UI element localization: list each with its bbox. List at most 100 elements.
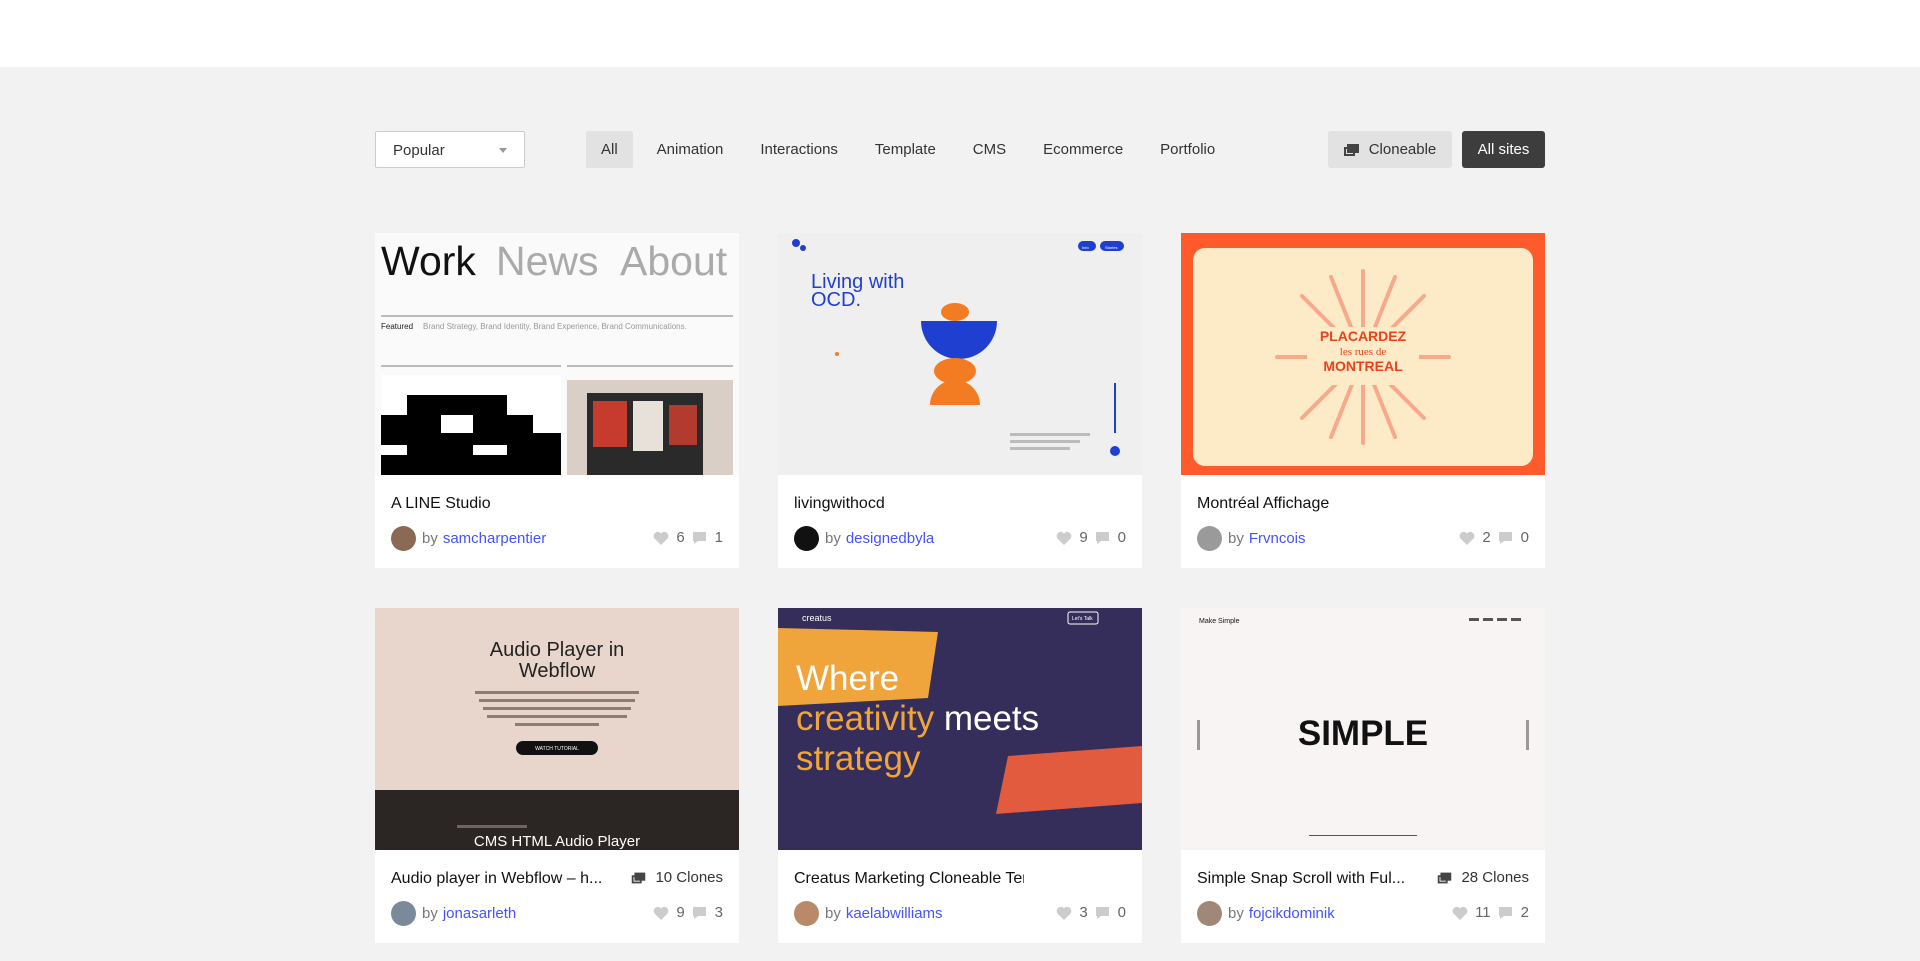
thumb-cta: Let's Talk [1072, 616, 1093, 622]
thumb-watch-button: WATCH TUTORIAL [535, 746, 579, 752]
thumb-heading-1: Audio Player in [490, 639, 625, 661]
by-label: by [422, 530, 438, 547]
clone-count: 28 Clones [1437, 869, 1529, 886]
thumb-line-3: strategy [796, 739, 921, 778]
clone-count-label: 28 Clones [1461, 869, 1529, 886]
thumb-headline-2: OCD. [811, 289, 861, 311]
avatar[interactable] [391, 526, 416, 551]
avatar[interactable] [1197, 901, 1222, 926]
comment-count: 1 [714, 529, 723, 546]
filter-template[interactable]: Template [860, 131, 951, 168]
avatar[interactable] [794, 526, 819, 551]
thumb-pill-info: Info [1082, 245, 1089, 250]
filter-animation[interactable]: Animation [642, 131, 739, 168]
avatar[interactable] [794, 901, 819, 926]
card-stats: 9 0 [1056, 529, 1126, 546]
thumb-word: SIMPLE [1298, 714, 1428, 753]
comment-count: 3 [714, 904, 723, 921]
comment-icon[interactable] [1497, 906, 1514, 920]
like-count: 9 [676, 904, 685, 921]
comment-icon[interactable] [1094, 906, 1111, 920]
card-author: by Frvncois [1197, 526, 1306, 551]
category-filters: All Animation Interactions Template CMS … [586, 131, 1237, 168]
clone-icon [1438, 872, 1452, 883]
site-thumbnail[interactable]: creatus Let's Talk Where creativity meet… [778, 608, 1142, 850]
site-card[interactable]: Work News About Featured Brand Strategy,… [375, 233, 739, 568]
cloneable-button[interactable]: Cloneable [1328, 131, 1452, 168]
card-title[interactable]: Audio player in Webflow – h... [391, 870, 602, 888]
comment-count: 0 [1520, 529, 1529, 546]
thumb-line-1: Where [796, 659, 899, 698]
card-title[interactable]: Montréal Affichage [1197, 495, 1329, 513]
card-stats: 3 0 [1056, 904, 1126, 921]
comment-count: 0 [1117, 529, 1126, 546]
site-card[interactable]: Audio Player in Webflow WATCH TUTORIAL C… [375, 608, 739, 943]
heart-icon[interactable] [1459, 531, 1475, 545]
chevron-down-icon [499, 148, 507, 153]
thumb-line-2a: creativity [796, 699, 935, 738]
author-link[interactable]: samcharpentier [443, 530, 546, 547]
thumb-brand: creatus [802, 613, 832, 623]
top-header-bar [0, 0, 1920, 67]
cloneable-label: Cloneable [1368, 141, 1437, 158]
avatar[interactable] [1197, 526, 1222, 551]
site-card[interactable]: Make Simple SIMPLE Simple Snap Scroll wi… [1181, 608, 1545, 943]
heart-icon[interactable] [1056, 906, 1072, 920]
comment-count: 0 [1117, 904, 1126, 921]
comment-icon[interactable] [1497, 531, 1514, 545]
author-link[interactable]: jonasarleth [443, 905, 516, 922]
clone-count-label: 10 Clones [655, 869, 723, 886]
site-card[interactable]: creatus Let's Talk Where creativity meet… [778, 608, 1142, 943]
by-label: by [825, 905, 841, 922]
comment-icon[interactable] [1094, 531, 1111, 545]
like-count: 9 [1079, 529, 1088, 546]
all-sites-button[interactable]: All sites [1462, 131, 1545, 168]
thumb-nav-about: About [620, 238, 728, 284]
site-card[interactable]: PLACARDEZ les rues de MONTREAL Montréal … [1181, 233, 1545, 568]
author-link[interactable]: fojcikdominik [1249, 905, 1335, 922]
author-link[interactable]: Frvncois [1249, 530, 1306, 547]
heart-icon[interactable] [653, 531, 669, 545]
card-title[interactable]: Creatus Marketing Cloneable Template [794, 870, 1024, 888]
site-card[interactable]: Info Stories Living with OCD. livingwith… [778, 233, 1142, 568]
like-count: 6 [676, 529, 685, 546]
card-title[interactable]: A LINE Studio [391, 495, 491, 513]
card-title[interactable]: livingwithocd [794, 495, 885, 513]
avatar[interactable] [391, 901, 416, 926]
clone-icon [632, 872, 646, 883]
filter-ecommerce[interactable]: Ecommerce [1028, 131, 1138, 168]
site-thumbnail[interactable]: Make Simple SIMPLE [1181, 608, 1545, 850]
author-link[interactable]: designedbyla [846, 530, 934, 547]
comment-icon[interactable] [691, 531, 708, 545]
filter-all[interactable]: All [586, 131, 633, 168]
card-author: by samcharpentier [391, 526, 546, 551]
filter-interactions[interactable]: Interactions [745, 131, 853, 168]
heart-icon[interactable] [1056, 531, 1072, 545]
site-thumbnail[interactable]: Info Stories Living with OCD. [778, 233, 1142, 475]
site-thumbnail[interactable]: Audio Player in Webflow WATCH TUTORIAL C… [375, 608, 739, 850]
by-label: by [422, 905, 438, 922]
heart-icon[interactable] [1452, 906, 1468, 920]
by-label: by [825, 530, 841, 547]
sort-dropdown[interactable]: Popular [375, 131, 525, 168]
author-link[interactable]: kaelabwilliams [846, 905, 943, 922]
thumb-line-1: PLACARDEZ [1320, 328, 1407, 344]
by-label: by [1228, 530, 1244, 547]
filter-cms[interactable]: CMS [958, 131, 1021, 168]
site-thumbnail[interactable]: Work News About Featured Brand Strategy,… [375, 233, 739, 475]
filter-portfolio[interactable]: Portfolio [1145, 131, 1230, 168]
thumb-line-3: MONTREAL [1323, 358, 1403, 374]
card-author: by kaelabwilliams [794, 901, 943, 926]
like-count: 2 [1482, 529, 1491, 546]
card-title[interactable]: Simple Snap Scroll with Ful... [1197, 870, 1405, 888]
thumb-tags: Brand Strategy, Brand Identity, Brand Ex… [423, 322, 687, 331]
site-thumbnail[interactable]: PLACARDEZ les rues de MONTREAL [1181, 233, 1545, 475]
heart-icon[interactable] [653, 906, 669, 920]
card-author: by jonasarleth [391, 901, 516, 926]
comment-icon[interactable] [691, 906, 708, 920]
clone-icon [1343, 143, 1359, 156]
clone-count: 10 Clones [631, 869, 723, 886]
by-label: by [1228, 905, 1244, 922]
card-stats: 11 2 [1452, 904, 1529, 921]
card-stats: 6 1 [653, 529, 723, 546]
